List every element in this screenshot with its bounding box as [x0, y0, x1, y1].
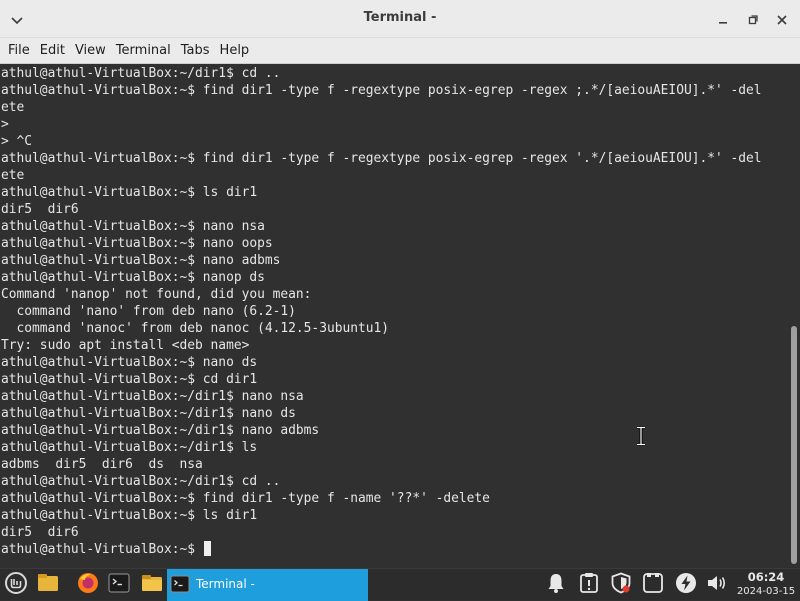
terminal-line: athul@athul-VirtualBox:~$ nano oops	[1, 236, 273, 251]
clock[interactable]: 06:24 2024-03-15	[736, 570, 796, 599]
terminal-line: athul@athul-VirtualBox:~/dir1$ nano adbm…	[1, 423, 320, 438]
menu-view[interactable]: View	[70, 38, 111, 64]
menu-terminal[interactable]: Terminal	[111, 38, 176, 64]
terminal-line: dir5 dir6	[1, 525, 79, 540]
network-icon	[675, 572, 697, 598]
firefox-launcher[interactable]	[75, 572, 101, 598]
clipboard-icon	[642, 572, 664, 598]
notifications-icon	[546, 572, 566, 598]
terminal-line: Try: sudo apt install <deb name>	[1, 338, 250, 353]
terminal-output[interactable]: athul@athul-VirtualBox:~/dir1$ cd .. ath…	[0, 64, 788, 568]
file-manager-icon	[141, 573, 163, 597]
network-button[interactable]	[673, 572, 699, 598]
terminal-line: ete	[1, 168, 25, 183]
close-button[interactable]	[771, 8, 793, 30]
terminal-line: dir5 dir6	[1, 202, 79, 217]
terminal-line: athul@athul-VirtualBox:~/dir1$ cd ..	[1, 474, 281, 489]
taskbar-terminal-window[interactable]: Terminal -	[167, 569, 368, 601]
terminal-line: adbms dir5 dir6 ds nsa	[1, 457, 203, 472]
terminal-line: athul@athul-VirtualBox:~$ ls dir1	[1, 185, 258, 200]
update-manager-icon	[578, 572, 600, 598]
terminal-line: athul@athul-VirtualBox:~$ find dir1 -typ…	[1, 151, 762, 166]
terminal-line: athul@athul-VirtualBox:~/dir1$ nano ds	[1, 406, 296, 421]
terminal-launcher[interactable]	[106, 572, 132, 598]
minimize-button[interactable]	[712, 8, 734, 30]
menu-bar: File Edit View Terminal Tabs Help	[0, 38, 800, 64]
menu-file[interactable]: File	[3, 38, 35, 64]
maximize-icon	[748, 10, 758, 29]
terminal-line: athul@athul-VirtualBox:~/dir1$ nano nsa	[1, 389, 304, 404]
clipboard-button[interactable]	[640, 572, 666, 598]
firewall-button[interactable]	[608, 572, 634, 598]
terminal-line: ete	[1, 100, 25, 115]
close-icon	[777, 10, 787, 29]
taskbar-terminal-label: Terminal -	[196, 577, 255, 591]
terminal-prompt-line[interactable]: athul@athul-VirtualBox:~$	[0, 541, 788, 558]
terminal-line: athul@athul-VirtualBox:~$ nano adbms	[1, 253, 281, 268]
mint-menu-button[interactable]	[3, 572, 29, 598]
terminal-lines: athul@athul-VirtualBox:~/dir1$ cd .. ath…	[0, 64, 788, 558]
terminal-line: > ^C	[1, 134, 33, 149]
firefox-icon	[77, 572, 99, 598]
volume-button[interactable]	[704, 572, 730, 598]
terminal-line: athul@athul-VirtualBox:~$ find dir1 -typ…	[1, 83, 762, 98]
terminal-line: Command 'nanop' not found, did you mean:	[1, 287, 312, 302]
menu-tabs[interactable]: Tabs	[176, 38, 215, 64]
volume-icon	[706, 573, 728, 597]
show-desktop-button[interactable]	[35, 572, 61, 598]
terminal-line: athul@athul-VirtualBox:~$ nano ds	[1, 355, 258, 370]
terminal-line: athul@athul-VirtualBox:~$ find dir1 -typ…	[1, 491, 490, 506]
show-desktop-icon	[37, 573, 59, 597]
terminal-task-icon	[170, 574, 190, 598]
scrollbar-thumb[interactable]	[791, 326, 797, 564]
terminal-line: command 'nanoc' from deb nanoc (4.12.5-3…	[1, 321, 390, 336]
firewall-icon	[610, 572, 632, 598]
terminal-line: >	[1, 117, 9, 132]
menu-help[interactable]: Help	[215, 38, 255, 64]
terminal-line: athul@athul-VirtualBox:~$ nano nsa	[1, 219, 265, 234]
ibeam-cursor-icon	[634, 426, 648, 446]
terminal-launcher-icon	[108, 573, 130, 597]
terminal-line: athul@athul-VirtualBox:~$ nanop ds	[1, 270, 265, 285]
terminal-prompt: athul@athul-VirtualBox:~$	[1, 542, 203, 557]
clock-time: 06:24	[747, 570, 785, 584]
text-cursor	[203, 541, 211, 556]
notifications-button[interactable]	[543, 572, 569, 598]
terminal-line: athul@athul-VirtualBox:~$ ls dir1	[1, 508, 258, 523]
terminal-line: athul@athul-VirtualBox:~/dir1$ cd ..	[1, 66, 281, 81]
terminal-scrollbar[interactable]	[788, 64, 800, 568]
clock-date: 2024-03-15	[736, 586, 796, 597]
file-manager-launcher[interactable]	[139, 572, 165, 598]
update-manager-button[interactable]	[576, 572, 602, 598]
terminal-line: athul@athul-VirtualBox:~$ cd dir1	[1, 372, 258, 387]
terminal-line: athul@athul-VirtualBox:~/dir1$ ls	[1, 440, 258, 455]
menu-edit[interactable]: Edit	[35, 38, 70, 64]
window-title: Terminal -	[363, 10, 437, 25]
taskbar: Terminal - 06:24 2024-03-15	[0, 568, 800, 601]
mint-menu-icon	[5, 572, 27, 598]
terminal-line: command 'nano' from deb nano (6.2-1)	[1, 304, 296, 319]
maximize-button[interactable]	[742, 8, 764, 30]
title-bar: Terminal -	[0, 0, 800, 38]
minimize-icon	[718, 10, 728, 29]
